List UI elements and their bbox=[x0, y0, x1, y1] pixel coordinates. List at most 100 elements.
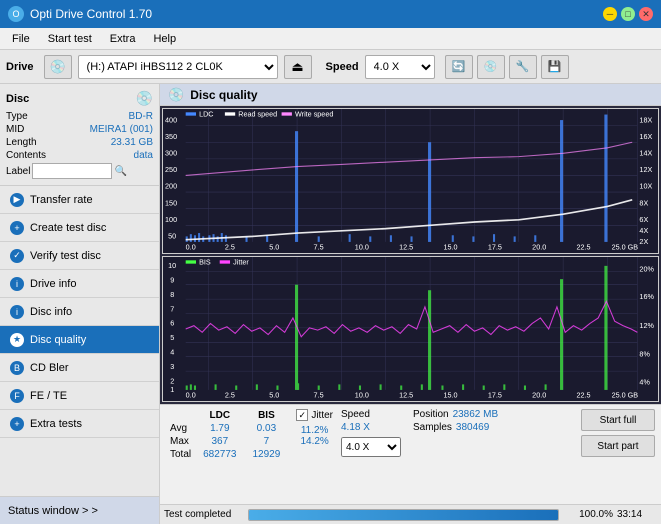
menu-extra[interactable]: Extra bbox=[102, 31, 144, 47]
svg-text:LDC: LDC bbox=[199, 110, 214, 119]
svg-text:16X: 16X bbox=[639, 132, 652, 141]
progress-bar-fill bbox=[249, 510, 558, 520]
nav-cd-bler-label: CD Bler bbox=[30, 362, 69, 374]
disc-section-title: Disc bbox=[6, 93, 29, 105]
progress-area: Test completed 100.0% 33:14 bbox=[160, 504, 661, 524]
svg-text:18X: 18X bbox=[639, 115, 652, 124]
svg-text:2.5: 2.5 bbox=[225, 390, 235, 399]
nav-create-test-disc-label: Create test disc bbox=[30, 222, 106, 234]
progress-status: Test completed bbox=[164, 509, 244, 520]
svg-text:Jitter: Jitter bbox=[233, 258, 249, 267]
drive-selector[interactable]: (H:) ATAPI iHBS112 2 CL0K bbox=[78, 55, 278, 79]
total-ldc: 682773 bbox=[195, 448, 244, 461]
menu-help[interactable]: Help bbox=[145, 31, 184, 47]
drive-bar: Drive 💿 (H:) ATAPI iHBS112 2 CL0K ⏏ Spee… bbox=[0, 50, 661, 84]
sidebar-nav: ▶ Transfer rate + Create test disc ✓ Ver… bbox=[0, 186, 159, 496]
start-part-button[interactable]: Start part bbox=[581, 435, 655, 457]
svg-text:8%: 8% bbox=[639, 349, 650, 358]
svg-text:20.0: 20.0 bbox=[532, 242, 546, 251]
disc-info-icon: i bbox=[10, 305, 24, 319]
svg-text:0.0: 0.0 bbox=[186, 242, 196, 251]
minimize-button[interactable]: ─ bbox=[603, 7, 617, 21]
maximize-button[interactable]: □ bbox=[621, 7, 635, 21]
samples-label: Samples bbox=[413, 422, 452, 433]
svg-text:350: 350 bbox=[165, 132, 177, 141]
menu-start-test[interactable]: Start test bbox=[40, 31, 100, 47]
svg-text:10: 10 bbox=[168, 261, 176, 270]
transfer-rate-icon: ▶ bbox=[10, 193, 24, 207]
position-label: Position bbox=[413, 409, 449, 420]
svg-text:5.0: 5.0 bbox=[269, 242, 279, 251]
svg-text:10.0: 10.0 bbox=[355, 390, 369, 399]
speed-dropdown[interactable]: 4.0 X bbox=[341, 437, 401, 457]
disc-icon-btn[interactable]: 💿 bbox=[477, 55, 505, 79]
nav-drive-info[interactable]: i Drive info bbox=[0, 270, 159, 298]
disc-type-row: Type BD-R bbox=[6, 111, 153, 122]
progress-bar-background bbox=[248, 509, 559, 521]
content-header-icon: 💿 bbox=[168, 87, 184, 103]
svg-text:2.5: 2.5 bbox=[225, 242, 235, 251]
max-ldc: 367 bbox=[195, 435, 244, 448]
disc-label-icon[interactable]: 🔍 bbox=[114, 166, 126, 177]
refresh-button[interactable]: 🔄 bbox=[445, 55, 473, 79]
bis-jitter-chart: BIS Jitter 10 9 8 7 6 5 4 3 2 1 20% 1 bbox=[162, 256, 659, 402]
svg-text:22.5: 22.5 bbox=[577, 390, 591, 399]
svg-text:7.5: 7.5 bbox=[314, 390, 324, 399]
content-header: 💿 Disc quality bbox=[160, 84, 661, 106]
svg-text:50: 50 bbox=[168, 231, 176, 240]
svg-text:20%: 20% bbox=[639, 264, 654, 273]
cd-bler-icon: B bbox=[10, 361, 24, 375]
close-button[interactable]: ✕ bbox=[639, 7, 653, 21]
avg-label: Avg bbox=[166, 422, 195, 435]
status-window-button[interactable]: Status window > > bbox=[0, 496, 159, 524]
nav-disc-quality-label: Disc quality bbox=[30, 334, 86, 346]
svg-text:4: 4 bbox=[170, 347, 174, 356]
content-area: 💿 Disc quality bbox=[160, 84, 661, 524]
nav-transfer-rate-label: Transfer rate bbox=[30, 194, 93, 206]
nav-extra-tests[interactable]: + Extra tests bbox=[0, 410, 159, 438]
nav-verify-test-disc[interactable]: ✓ Verify test disc bbox=[0, 242, 159, 270]
eject-button[interactable]: ⏏ bbox=[284, 55, 312, 79]
jitter-checkbox[interactable]: ✓ bbox=[296, 409, 308, 421]
nav-disc-info[interactable]: i Disc info bbox=[0, 298, 159, 326]
content-header-title: Disc quality bbox=[190, 88, 257, 102]
jitter-section: ✓ Jitter 11.2% 14.2% bbox=[296, 409, 333, 447]
disc-label-row: Label 🔍 bbox=[6, 163, 153, 179]
total-label: Total bbox=[166, 448, 195, 461]
settings-button[interactable]: 🔧 bbox=[509, 55, 537, 79]
svg-text:100: 100 bbox=[165, 215, 177, 224]
disc-length-row: Length 23.31 GB bbox=[6, 137, 153, 148]
nav-disc-info-label: Disc info bbox=[30, 306, 72, 318]
start-full-button[interactable]: Start full bbox=[581, 409, 655, 431]
disc-label-input[interactable] bbox=[32, 163, 112, 179]
speed-label2: Speed bbox=[341, 409, 370, 420]
nav-drive-info-label: Drive info bbox=[30, 278, 76, 290]
svg-text:9: 9 bbox=[170, 275, 174, 284]
svg-text:0.0: 0.0 bbox=[186, 390, 196, 399]
svg-text:1: 1 bbox=[170, 385, 174, 394]
nav-cd-bler[interactable]: B CD Bler bbox=[0, 354, 159, 382]
save-button[interactable]: 💾 bbox=[541, 55, 569, 79]
svg-text:12.5: 12.5 bbox=[399, 242, 413, 251]
nav-disc-quality[interactable]: ★ Disc quality bbox=[0, 326, 159, 354]
svg-text:200: 200 bbox=[165, 182, 177, 191]
speed-selector[interactable]: 4.0 X bbox=[365, 55, 435, 79]
nav-transfer-rate[interactable]: ▶ Transfer rate bbox=[0, 186, 159, 214]
progress-time: 33:14 bbox=[617, 509, 657, 520]
speed-section: Speed 4.18 X 4.0 X bbox=[341, 409, 401, 457]
svg-text:5.0: 5.0 bbox=[269, 390, 279, 399]
svg-text:250: 250 bbox=[165, 165, 177, 174]
menu-file[interactable]: File bbox=[4, 31, 38, 47]
svg-text:7.5: 7.5 bbox=[314, 242, 324, 251]
nav-create-test-disc[interactable]: + Create test disc bbox=[0, 214, 159, 242]
disc-type-value: BD-R bbox=[129, 111, 153, 122]
nav-fe-te[interactable]: F FE / TE bbox=[0, 382, 159, 410]
total-bis: 12929 bbox=[245, 448, 289, 461]
disc-mid-label: MID bbox=[6, 124, 24, 135]
svg-text:10X: 10X bbox=[639, 182, 652, 191]
svg-text:12%: 12% bbox=[639, 321, 654, 330]
svg-text:8: 8 bbox=[170, 290, 174, 299]
create-test-disc-icon: + bbox=[10, 221, 24, 235]
fe-te-icon: F bbox=[10, 389, 24, 403]
drive-action-icons: 🔄 💿 🔧 💾 bbox=[445, 55, 569, 79]
